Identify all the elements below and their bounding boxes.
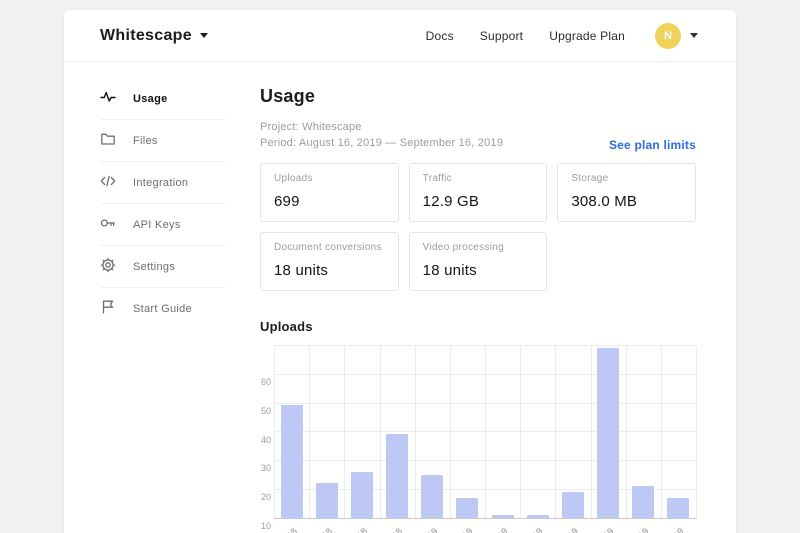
- see-plan-limits-link[interactable]: See plan limits: [609, 138, 696, 152]
- app-window: Whitescape Docs Support Upgrade Plan N U…: [64, 10, 736, 533]
- gridline: [696, 346, 697, 519]
- nav-docs[interactable]: Docs: [426, 29, 454, 43]
- period-line: Period: August 16, 2019 — September 16, …: [260, 136, 503, 152]
- stat-card-storage: Storage 308.0 MB: [557, 163, 696, 222]
- bar: [597, 348, 619, 518]
- stat-cards: Uploads 699 Traffic 12.9 GB Storage 308.…: [260, 163, 696, 291]
- gridline: [555, 346, 556, 519]
- uploads-chart-plot: 16 Sep 201816 Oct 201816 Nov 201816 Dec …: [274, 346, 696, 519]
- project-switcher[interactable]: Whitescape: [100, 27, 208, 45]
- gridline: [591, 346, 592, 519]
- bar: [632, 486, 654, 518]
- gridline: [626, 346, 627, 519]
- sidebar-item-usage[interactable]: Usage: [100, 78, 226, 120]
- bar: [562, 492, 584, 518]
- stat-value: 12.9 GB: [423, 193, 534, 210]
- uploads-chart: 16 Sep 201816 Oct 201816 Nov 201816 Dec …: [260, 346, 696, 533]
- sidebar-item-api-keys[interactable]: API Keys: [100, 204, 226, 246]
- brand-name: Whitescape: [100, 27, 192, 45]
- x-axis-label: 16 Jul 2019: [610, 526, 650, 533]
- gridline: [309, 346, 310, 519]
- sidebar-item-files[interactable]: Files: [100, 120, 226, 162]
- bar: [316, 483, 338, 518]
- top-bar: Whitescape Docs Support Upgrade Plan N: [64, 10, 736, 62]
- gridline: [661, 346, 662, 519]
- bar: [667, 498, 689, 518]
- stat-value: 18 units: [274, 262, 385, 279]
- stat-label: Traffic: [423, 173, 534, 184]
- chevron-down-icon: [690, 33, 698, 38]
- stat-value: 699: [274, 193, 385, 210]
- y-axis-tick: 40: [260, 435, 271, 445]
- stat-label: Document conversions: [274, 242, 385, 253]
- stat-card-uploads: Uploads 699: [260, 163, 399, 222]
- activity-icon: [100, 89, 116, 108]
- sidebar-item-label: API Keys: [133, 219, 181, 231]
- sidebar-item-label: Files: [133, 135, 158, 147]
- project-line: Project: Whitescape: [260, 120, 503, 136]
- stat-value: 308.0 MB: [571, 193, 682, 210]
- sidebar-item-label: Integration: [133, 177, 188, 189]
- y-axis-tick: 20: [260, 492, 271, 502]
- sidebar-item-label: Usage: [133, 93, 168, 105]
- bar: [281, 405, 303, 517]
- top-nav: Docs Support Upgrade Plan N: [426, 23, 698, 49]
- gridline: [450, 346, 451, 519]
- uploads-chart-section: Uploads 16 Sep 201816 Oct 201816 Nov 201…: [260, 319, 696, 533]
- stat-label: Uploads: [274, 173, 385, 184]
- stat-card-video-processing: Video processing 18 units: [409, 232, 548, 291]
- usage-meta: Project: Whitescape Period: August 16, 2…: [260, 120, 503, 152]
- y-axis-tick: 50: [260, 406, 271, 416]
- y-axis-tick: 60: [260, 377, 271, 387]
- bar: [386, 434, 408, 518]
- sidebar-item-start-guide[interactable]: Start Guide: [100, 288, 226, 329]
- sidebar-item-label: Settings: [133, 261, 175, 273]
- gridline: [344, 346, 345, 519]
- sidebar: Usage Files Integration API Keys Setting…: [64, 62, 250, 533]
- flag-icon: [100, 299, 116, 318]
- y-axis-tick: 30: [260, 463, 271, 473]
- gridline: [274, 518, 696, 519]
- bar: [456, 498, 478, 518]
- bar: [421, 475, 443, 518]
- stat-label: Video processing: [423, 242, 534, 253]
- main-content: Usage Project: Whitescape Period: August…: [250, 62, 736, 533]
- avatar[interactable]: N: [655, 23, 681, 49]
- sidebar-item-label: Start Guide: [133, 303, 192, 315]
- gridline: [485, 346, 486, 519]
- folder-icon: [100, 131, 116, 150]
- x-axis-label: 16 Apr 2019: [503, 526, 544, 533]
- stat-value: 18 units: [423, 262, 534, 279]
- account-menu[interactable]: N: [655, 23, 698, 49]
- sidebar-item-settings[interactable]: Settings: [100, 246, 226, 288]
- gridline: [380, 346, 381, 519]
- gridline: [520, 346, 521, 519]
- stat-label: Storage: [571, 173, 682, 184]
- bar: [351, 472, 373, 518]
- chevron-down-icon: [200, 33, 208, 38]
- gridline: [415, 346, 416, 519]
- gear-icon: [100, 257, 116, 276]
- chart-title: Uploads: [260, 319, 696, 334]
- stat-card-document-conversions: Document conversions 18 units: [260, 232, 399, 291]
- y-axis-tick: 10: [260, 521, 271, 531]
- gridline: [274, 346, 275, 519]
- nav-upgrade-plan[interactable]: Upgrade Plan: [549, 29, 625, 43]
- code-icon: [100, 173, 116, 192]
- sidebar-item-integration[interactable]: Integration: [100, 162, 226, 204]
- stat-card-traffic: Traffic 12.9 GB: [409, 163, 548, 222]
- page-title: Usage: [260, 86, 696, 107]
- nav-support[interactable]: Support: [480, 29, 523, 43]
- key-icon: [100, 215, 116, 234]
